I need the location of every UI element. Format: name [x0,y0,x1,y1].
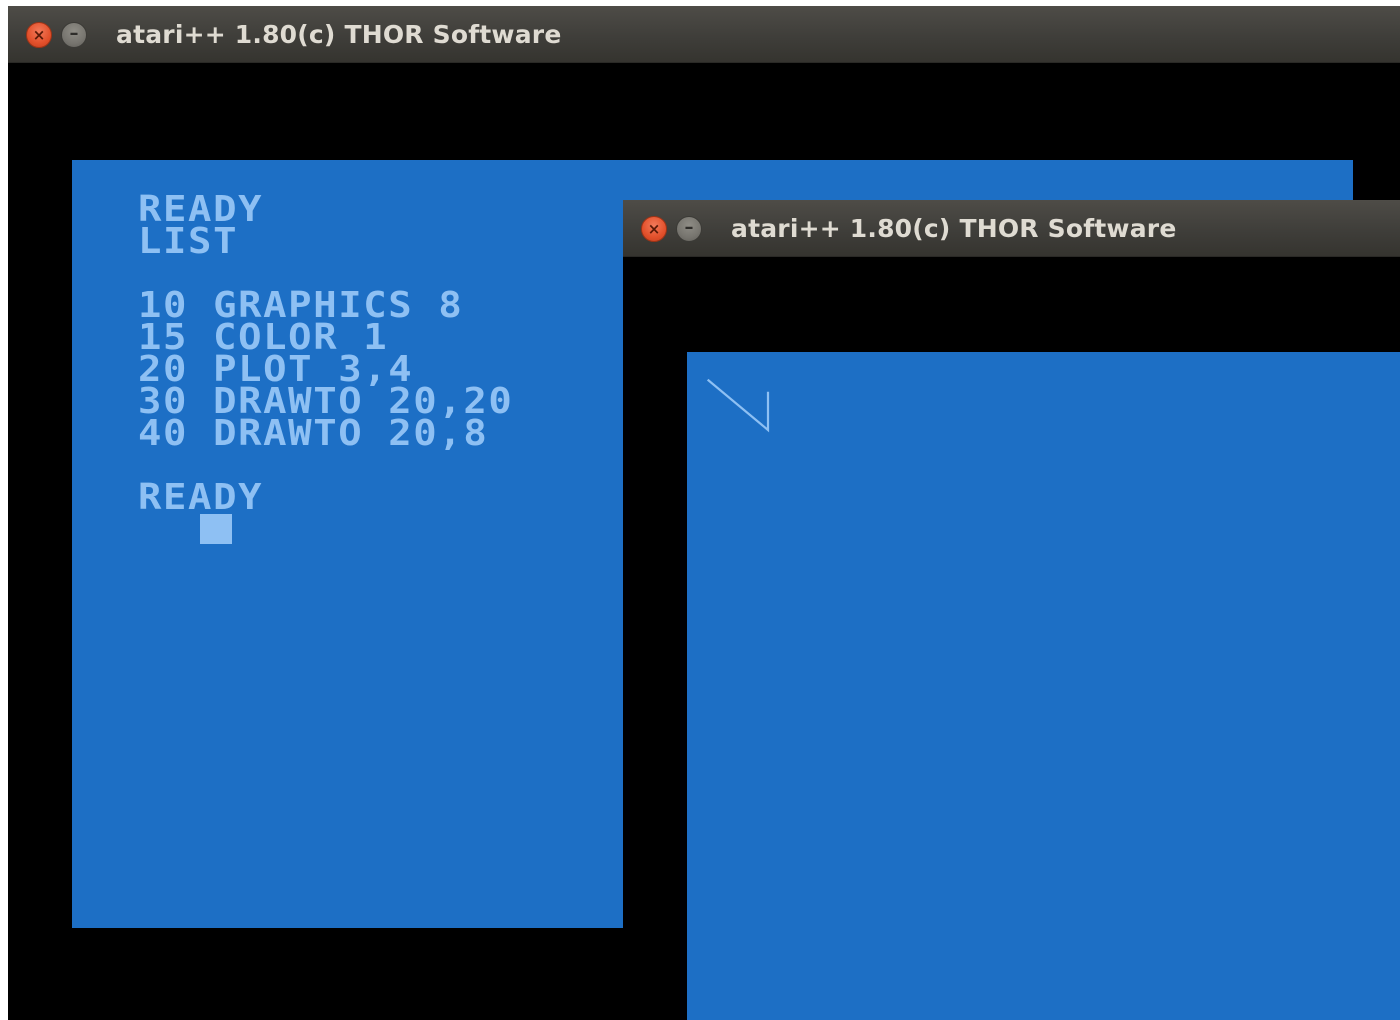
window-title: atari++ 1.80(c) THOR Software [731,214,1177,243]
minimize-icon[interactable]: – [676,216,702,242]
minimize-icon[interactable]: – [61,22,87,48]
titlebar[interactable]: × – atari++ 1.80(c) THOR Software [623,200,1400,257]
plotted-line [706,378,770,433]
screen-line: 40 DRAWTO 20,8 [138,413,489,454]
screen-line: LIST [138,221,239,262]
window-title: atari++ 1.80(c) THOR Software [116,20,562,49]
desktop: × – atari++ 1.80(c) THOR Software READY … [0,0,1400,1020]
graphics-output [706,378,770,433]
text-cursor [200,514,232,544]
titlebar[interactable]: × – atari++ 1.80(c) THOR Software [8,6,1400,63]
close-icon[interactable]: × [26,22,52,48]
screen-line: READY [138,477,264,518]
basic-listing: READY LIST 10 GRAPHICS 8 15 COLOR 1 20 P… [138,192,512,516]
atari-graphics-window: × – atari++ 1.80(c) THOR Software [623,200,1400,1020]
emulator-screen[interactable] [687,352,1400,1020]
close-icon[interactable]: × [641,216,667,242]
